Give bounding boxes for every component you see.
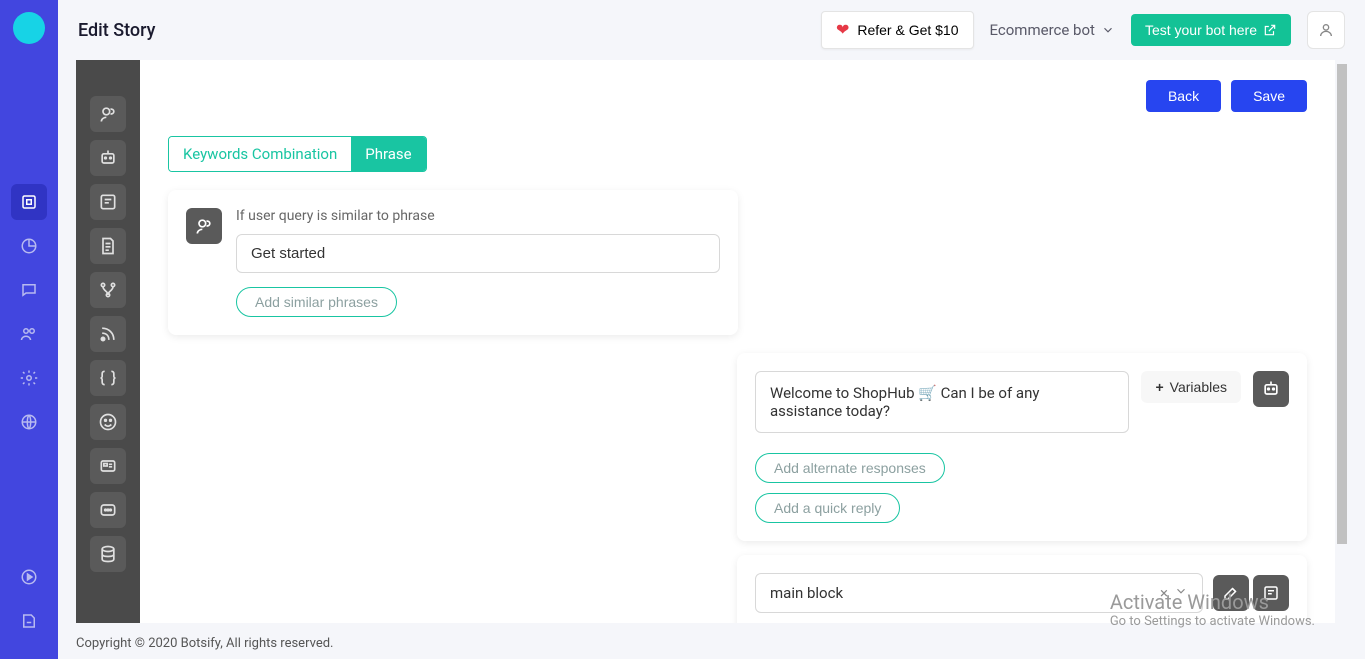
test-label: Test your bot here	[1145, 22, 1257, 38]
add-similar-phrases-button[interactable]: Add similar phrases	[236, 287, 397, 317]
user-says-label: If user query is similar to phrase	[236, 208, 720, 224]
block-card: main block ×	[737, 555, 1307, 623]
tab-keywords[interactable]: Keywords Combination	[169, 137, 351, 171]
tool-branch-icon[interactable]	[90, 272, 126, 308]
bot-avatar-icon	[1253, 371, 1289, 407]
bot-response-text[interactable]: Welcome to ShopHub 🛒 Can I be of any ass…	[755, 371, 1129, 433]
phrase-input[interactable]	[236, 234, 720, 273]
chevron-down-icon	[1101, 23, 1115, 37]
add-alternate-responses-button[interactable]: Add alternate responses	[755, 453, 945, 483]
block-select[interactable]: main block ×	[755, 573, 1203, 613]
nav-chat[interactable]	[11, 272, 47, 308]
tool-card-icon[interactable]	[90, 448, 126, 484]
tool-bot-icon[interactable]	[90, 140, 126, 176]
user-menu-button[interactable]	[1307, 11, 1345, 49]
page-title: Edit Story	[78, 20, 155, 41]
user-says-card: If user query is similar to phrase Add s…	[168, 190, 738, 335]
test-bot-button[interactable]: Test your bot here	[1131, 14, 1291, 46]
tool-emoji-icon[interactable]	[90, 404, 126, 440]
tool-typing-icon[interactable]	[90, 492, 126, 528]
plus-icon: +	[1155, 379, 1163, 395]
chevron-down-icon[interactable]	[1174, 584, 1188, 598]
external-link-icon	[1263, 23, 1277, 37]
scroll-thumb[interactable]	[1337, 64, 1347, 544]
clear-icon[interactable]: ×	[1160, 584, 1168, 602]
tool-rss-icon[interactable]	[90, 316, 126, 352]
tool-json-icon[interactable]	[90, 360, 126, 396]
variables-button[interactable]: + Variables	[1141, 371, 1241, 403]
nav-analytics[interactable]	[11, 228, 47, 264]
scrollbar[interactable]	[1335, 60, 1347, 659]
tool-form-icon[interactable]	[90, 184, 126, 220]
logo[interactable]	[13, 12, 45, 44]
refer-label: Refer & Get $10	[857, 22, 958, 38]
content-area: Back Save Keywords Combination Phrase If…	[76, 60, 1335, 623]
nav-video[interactable]	[11, 559, 47, 595]
trigger-tabs: Keywords Combination Phrase	[168, 136, 427, 172]
tool-database-icon[interactable]	[90, 536, 126, 572]
heart-icon: ❤	[836, 20, 849, 40]
back-button[interactable]: Back	[1146, 80, 1221, 112]
refer-button[interactable]: ❤ Refer & Get $10	[821, 11, 974, 49]
block-select-value: main block	[770, 584, 843, 602]
footer-copyright: Copyright © 2020 Botsify, All rights res…	[76, 636, 333, 651]
nav-docs[interactable]	[11, 603, 47, 639]
user-icon	[1318, 22, 1334, 38]
nav-settings[interactable]	[11, 360, 47, 396]
bot-name: Ecommerce bot	[990, 21, 1095, 39]
page-header: Edit Story ❤ Refer & Get $10 Ecommerce b…	[58, 0, 1365, 60]
app-left-rail	[0, 0, 58, 659]
block-settings-button[interactable]	[1253, 575, 1289, 611]
tool-document-icon[interactable]	[90, 228, 126, 264]
nav-globe[interactable]	[11, 404, 47, 440]
nav-users[interactable]	[11, 316, 47, 352]
tool-user-says-icon[interactable]	[90, 96, 126, 132]
save-button[interactable]: Save	[1231, 80, 1307, 112]
tool-rail	[76, 60, 140, 623]
bot-selector[interactable]: Ecommerce bot	[990, 21, 1115, 39]
canvas: Back Save Keywords Combination Phrase If…	[140, 60, 1335, 623]
nav-bot-builder[interactable]	[11, 184, 47, 220]
bot-response-card: Welcome to ShopHub 🛒 Can I be of any ass…	[737, 353, 1307, 541]
edit-block-button[interactable]	[1213, 575, 1249, 611]
user-avatar-icon	[186, 208, 222, 244]
add-quick-reply-button[interactable]: Add a quick reply	[755, 493, 900, 523]
tab-phrase[interactable]: Phrase	[351, 137, 425, 171]
variables-label: Variables	[1170, 379, 1227, 395]
